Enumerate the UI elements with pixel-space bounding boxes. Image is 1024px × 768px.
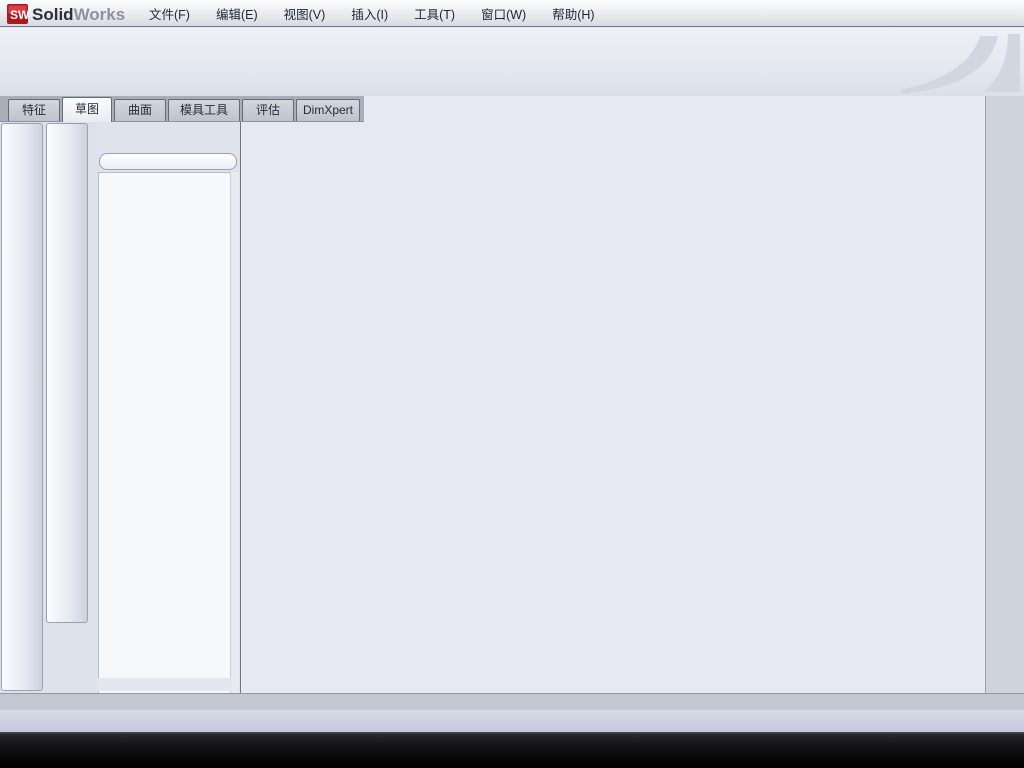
- svg-text:SolidWorks: SolidWorks: [32, 5, 125, 24]
- svg-text:SW: SW: [10, 8, 30, 22]
